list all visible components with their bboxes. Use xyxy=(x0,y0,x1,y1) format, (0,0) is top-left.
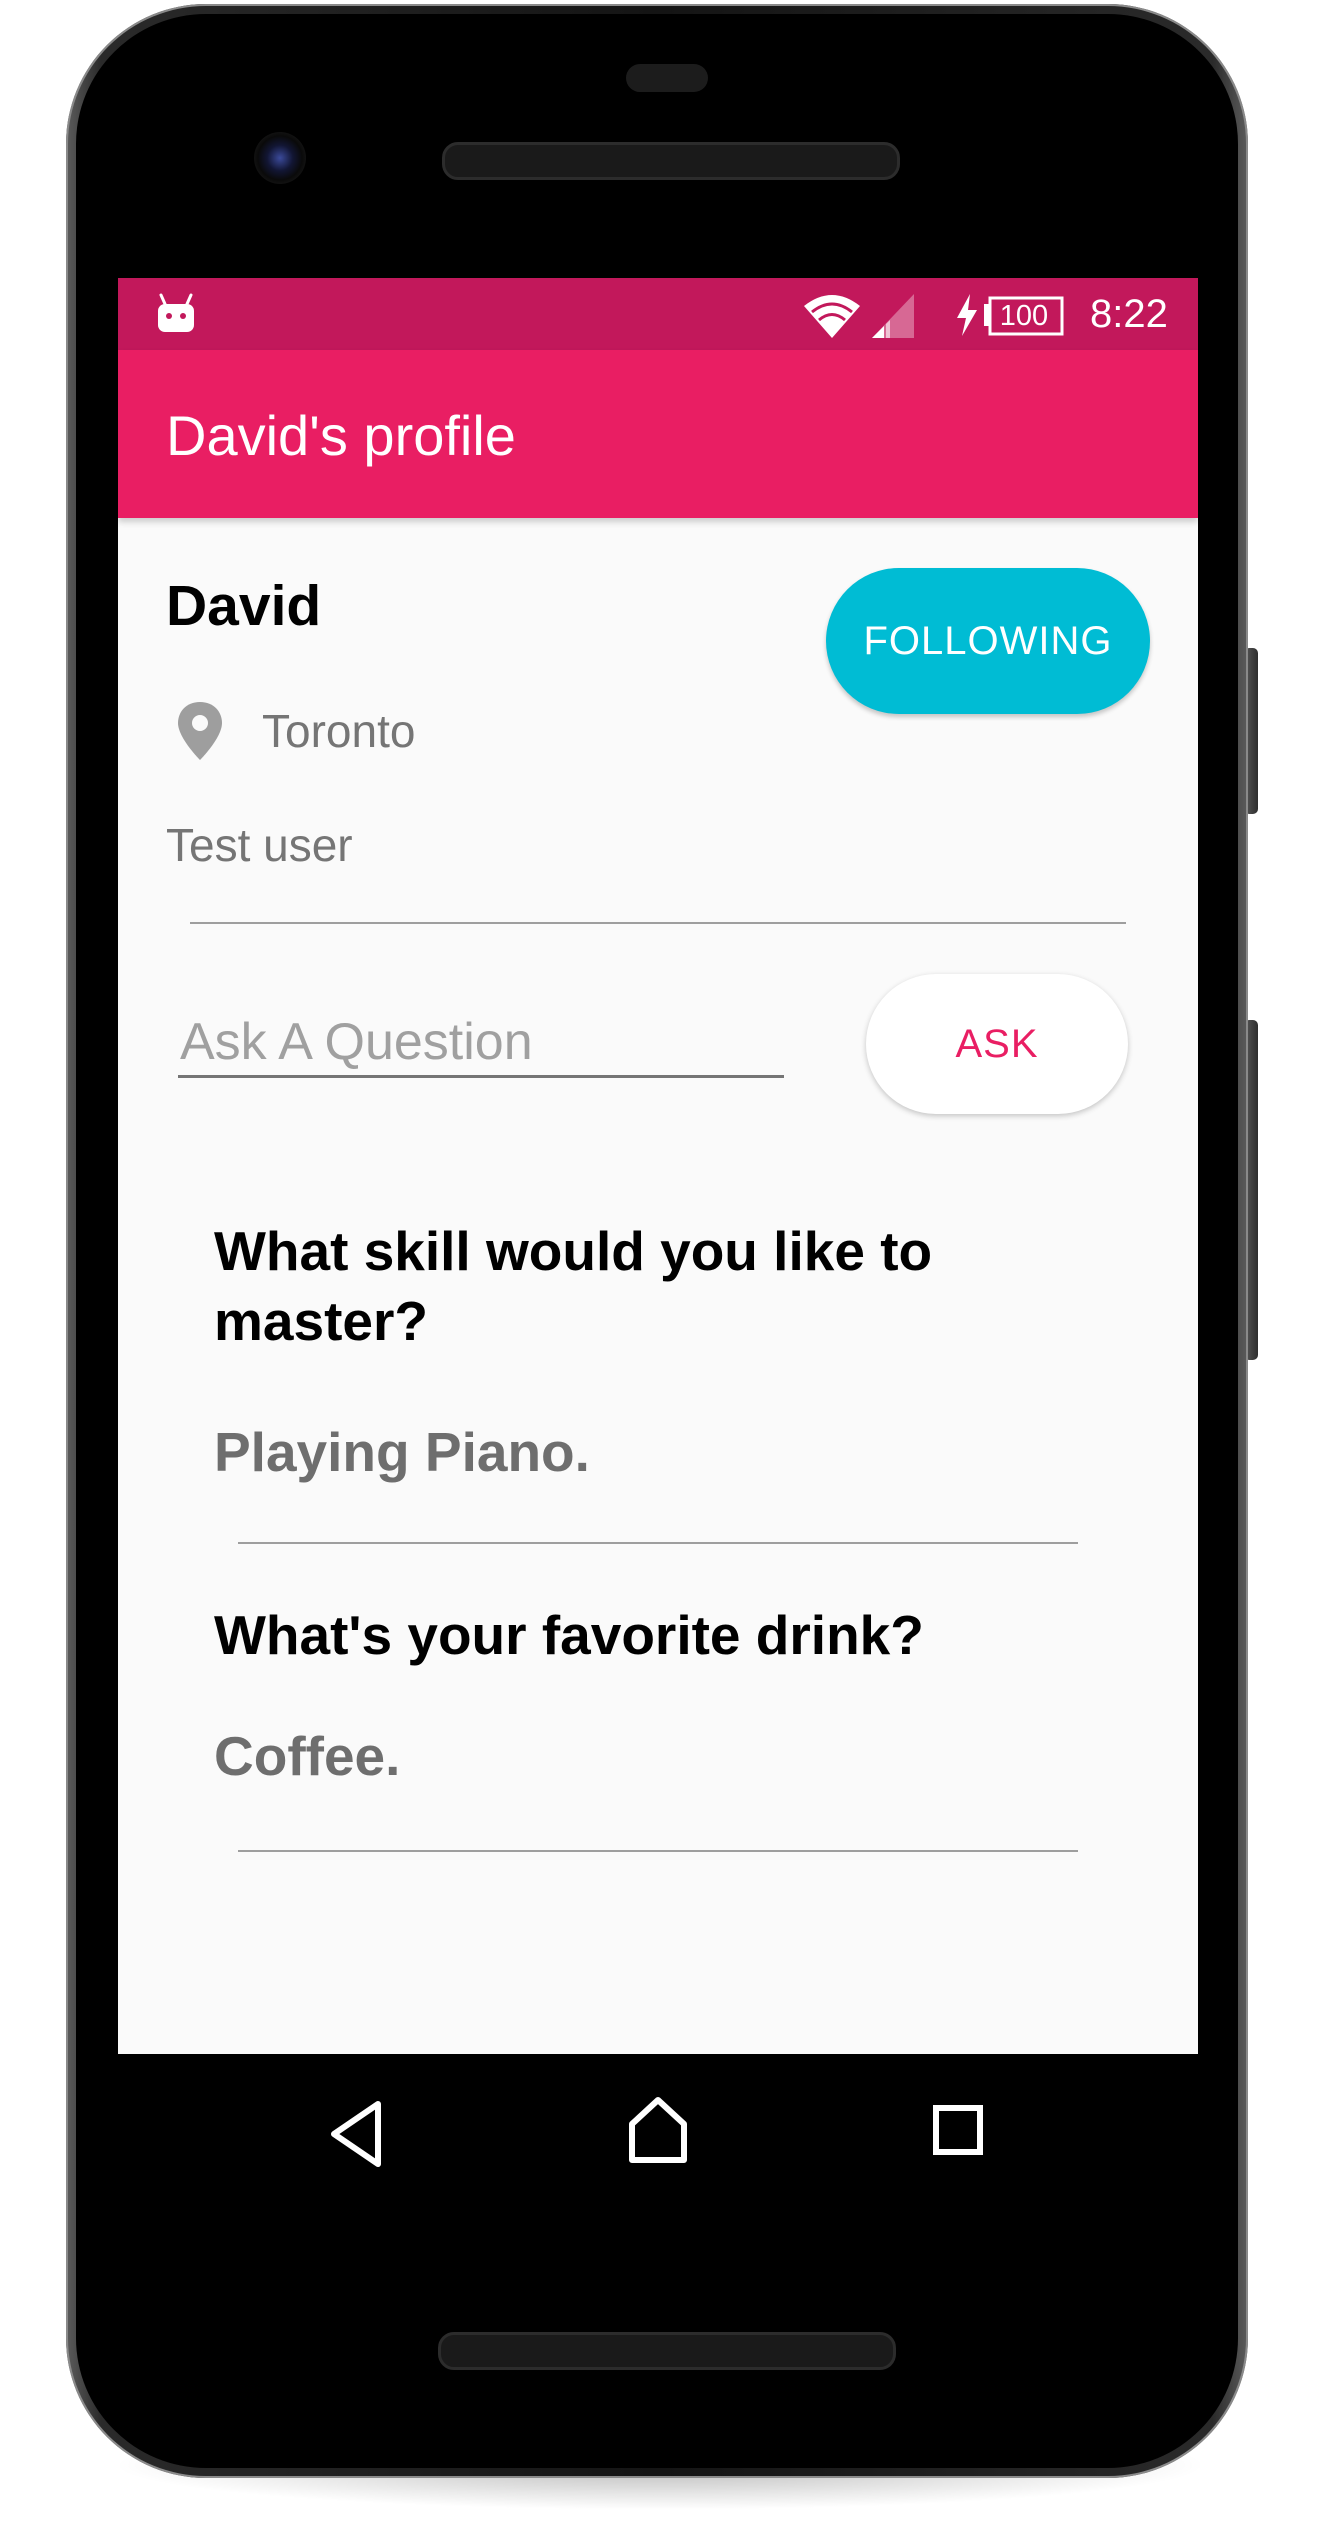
location-pin-icon xyxy=(178,702,222,760)
wifi-icon xyxy=(804,295,860,338)
status-bar: 100 8:22 xyxy=(118,278,1198,350)
profile-location: Toronto xyxy=(262,705,416,757)
following-button[interactable]: FOLLOWING xyxy=(826,568,1150,714)
earpiece-speaker xyxy=(442,142,900,180)
navigation-bar xyxy=(118,2054,1198,2220)
top-sensor xyxy=(626,64,708,92)
ask-button[interactable]: ASK xyxy=(866,974,1128,1114)
question-divider xyxy=(238,1850,1078,1852)
profile-divider xyxy=(190,922,1126,924)
page-title: David's profile xyxy=(166,404,516,467)
recent-apps-icon[interactable] xyxy=(932,2104,984,2156)
ask-question-input[interactable] xyxy=(178,1008,784,1078)
charging-icon xyxy=(957,294,977,336)
front-camera xyxy=(254,132,306,184)
profile-bio: Test user xyxy=(166,819,353,871)
question-text: What's your favorite drink? xyxy=(214,1604,924,1666)
signal-icon xyxy=(872,294,914,338)
android-icon xyxy=(158,293,194,332)
profile-name: David xyxy=(166,574,322,638)
answer-text: Coffee. xyxy=(214,1725,401,1787)
back-icon[interactable] xyxy=(326,2098,386,2170)
bottom-speaker xyxy=(438,2332,896,2370)
status-time: 8:22 xyxy=(1090,292,1168,336)
screen: 100 8:22 David's profile David FOLLOWING… xyxy=(118,278,1198,2054)
app-bar: David's profile xyxy=(118,350,1198,518)
battery-level: 100 xyxy=(999,300,1049,332)
home-icon[interactable] xyxy=(626,2094,690,2166)
answer-text: Playing Piano. xyxy=(214,1421,590,1483)
question-divider xyxy=(238,1542,1078,1544)
question-text: What skill would you like to master? xyxy=(214,1220,933,1352)
